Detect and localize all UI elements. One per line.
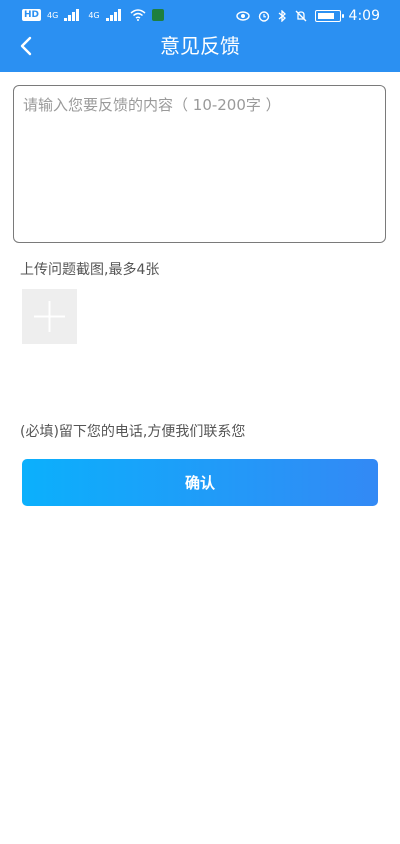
signal-label-2: 4G [88,10,100,20]
status-right: 4:09 [235,8,380,24]
signal-label-1: 4G [47,10,59,20]
app-header: HD 4G 4G 4:09 意见反馈 [0,0,400,72]
upload-screenshot-label: 上传问题截图,最多4张 [20,262,160,278]
status-left: HD 4G 4G [22,9,164,21]
bluetooth-icon [278,10,286,22]
confirm-button[interactable]: 确认 [22,459,378,506]
battery-icon [314,10,344,22]
status-time: 4:09 [348,8,380,24]
plus-icon [34,301,65,332]
wifi-icon [130,9,146,21]
alarm-icon [258,11,269,22]
eye-icon [235,11,250,21]
android-app-icon [151,9,164,21]
feedback-content-input[interactable] [13,85,386,243]
add-image-button[interactable] [22,289,77,344]
hd-badge: HD [22,9,42,21]
status-bar: HD 4G 4G 4:09 [0,0,400,32]
mute-bell-icon [295,10,307,22]
page-title: 意见反馈 [160,34,240,58]
signal-icon-1 [64,9,82,21]
phone-required-label: (必填)留下您的电话,方便我们联系您 [20,424,246,440]
signal-icon-2 [105,9,124,21]
